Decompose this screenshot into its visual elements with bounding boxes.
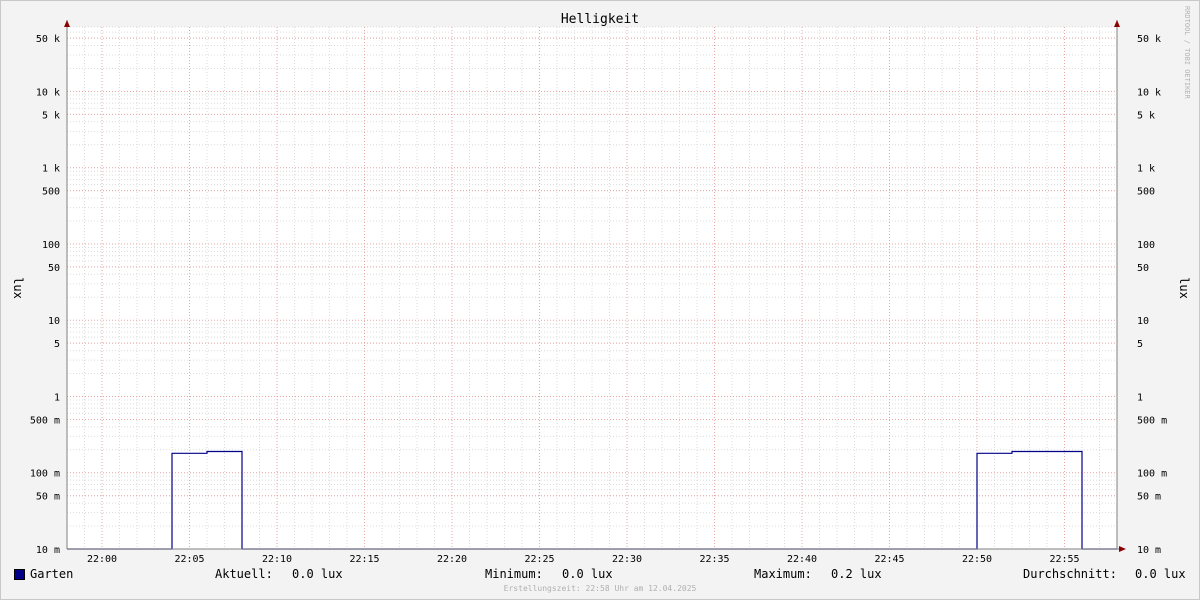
y-tick-label-left: 10 k bbox=[36, 87, 60, 98]
y-axis-label-right: lux bbox=[1177, 277, 1191, 299]
creation-time: Erstellungszeit: 22:58 Uhr am 12.04.2025 bbox=[503, 584, 697, 593]
watermark: RRDTOOL / TOBI OETIKER bbox=[1183, 6, 1191, 100]
y-tick-label-right: 500 m bbox=[1137, 415, 1167, 426]
chart-svg: 50 k 10 k 5 k 1 k 500 100 50 10 5 1 500 m 100 m 50 m… bbox=[11, 12, 1191, 565]
y-tick-label-left: 50 bbox=[48, 263, 60, 274]
x-tick-label: 22:35 bbox=[699, 554, 729, 565]
y-axis-label-left: lux bbox=[11, 277, 25, 299]
watermark-text: RRDTOOL / TOBI OETIKER bbox=[1183, 6, 1191, 100]
legend-durchschnitt-label: Durchschnitt: bbox=[1023, 567, 1117, 581]
y-tick-label-left: 10 bbox=[48, 316, 60, 327]
y-tick-label-right: 10 k bbox=[1137, 87, 1161, 98]
x-tick-label: 22:50 bbox=[962, 554, 992, 565]
legend-minimum-label: Minimum: bbox=[485, 567, 543, 581]
y-ticks-left: 50 k 10 k 5 k 1 k 500 100 50 10 5 1 500 m 100 m 50 m… bbox=[30, 34, 60, 556]
y-tick-label-left: 50 m bbox=[36, 492, 60, 503]
y-tick-label-right: 1 k bbox=[1137, 164, 1155, 175]
y-tick-label-right: 100 bbox=[1137, 240, 1155, 251]
x-tick-label: 22:25 bbox=[524, 554, 554, 565]
legend-aktuell-label: Aktuell: bbox=[215, 567, 273, 581]
y-tick-label-left: 1 bbox=[54, 392, 60, 403]
x-tick-label: 22:00 bbox=[87, 554, 117, 565]
y-tick-label-left: 500 m bbox=[30, 415, 60, 426]
x-tick-label: 22:20 bbox=[437, 554, 467, 565]
x-tick-label: 22:40 bbox=[787, 554, 817, 565]
y-tick-label-left: 5 k bbox=[42, 110, 60, 121]
y-tick-label-right: 50 m bbox=[1137, 492, 1161, 503]
y-tick-label-left: 100 m bbox=[30, 469, 60, 480]
y-axis-right-arrow-icon bbox=[1114, 20, 1120, 27]
y-tick-label-right: 5 bbox=[1137, 339, 1143, 350]
y-tick-label-left: 100 bbox=[42, 240, 60, 251]
y-tick-label-left: 10 m bbox=[36, 545, 60, 556]
legend-aktuell-value: 0.0 lux bbox=[292, 567, 343, 581]
x-axis-arrow-icon bbox=[1119, 546, 1126, 552]
y-tick-label-right: 10 m bbox=[1137, 545, 1161, 556]
y-tick-label-right: 10 bbox=[1137, 316, 1149, 327]
x-tick-label: 22:55 bbox=[1049, 554, 1079, 565]
y-tick-label-right: 100 m bbox=[1137, 469, 1167, 480]
legend-maximum-value: 0.2 lux bbox=[831, 567, 882, 581]
y-tick-label-right: 500 bbox=[1137, 187, 1155, 198]
legend-minimum-value: 0.0 lux bbox=[562, 567, 613, 581]
x-ticks: 22:00 22:05 22:10 22:15 22:20 22:25 22:30 22:35… bbox=[87, 554, 1080, 565]
legend-series-name: Garten bbox=[30, 567, 74, 581]
y-ticks-right: 50 k 10 k 5 k 1 k 500 100 50 10 5 1 500 m 100 m 50 m… bbox=[1137, 34, 1167, 556]
y-tick-label-left: 50 k bbox=[36, 34, 60, 45]
legend-durchschnitt-value: 0.0 lux bbox=[1135, 567, 1186, 581]
x-tick-label: 22:30 bbox=[612, 554, 642, 565]
y-tick-label-right: 1 bbox=[1137, 392, 1143, 403]
y-tick-label-right: 5 k bbox=[1137, 110, 1155, 121]
legend-swatch-garten bbox=[14, 569, 25, 580]
legend: Garten Aktuell: 0.0 lux Minimum: 0.0 lux… bbox=[0, 566, 1200, 584]
y-tick-label-left: 5 bbox=[54, 339, 60, 350]
y-tick-label-left: 1 k bbox=[42, 164, 60, 175]
y-tick-label-left: 500 bbox=[42, 187, 60, 198]
chart-title: Helligkeit bbox=[561, 12, 639, 27]
legend-maximum-label: Maximum: bbox=[754, 567, 812, 581]
x-tick-label: 22:10 bbox=[262, 554, 292, 565]
x-tick-label: 22:15 bbox=[349, 554, 379, 565]
y-tick-label-right: 50 k bbox=[1137, 34, 1161, 45]
x-tick-label: 22:45 bbox=[874, 554, 904, 565]
x-tick-label: 22:05 bbox=[174, 554, 204, 565]
y-tick-label-right: 50 bbox=[1137, 263, 1149, 274]
y-axis-left-arrow-icon bbox=[64, 20, 70, 27]
